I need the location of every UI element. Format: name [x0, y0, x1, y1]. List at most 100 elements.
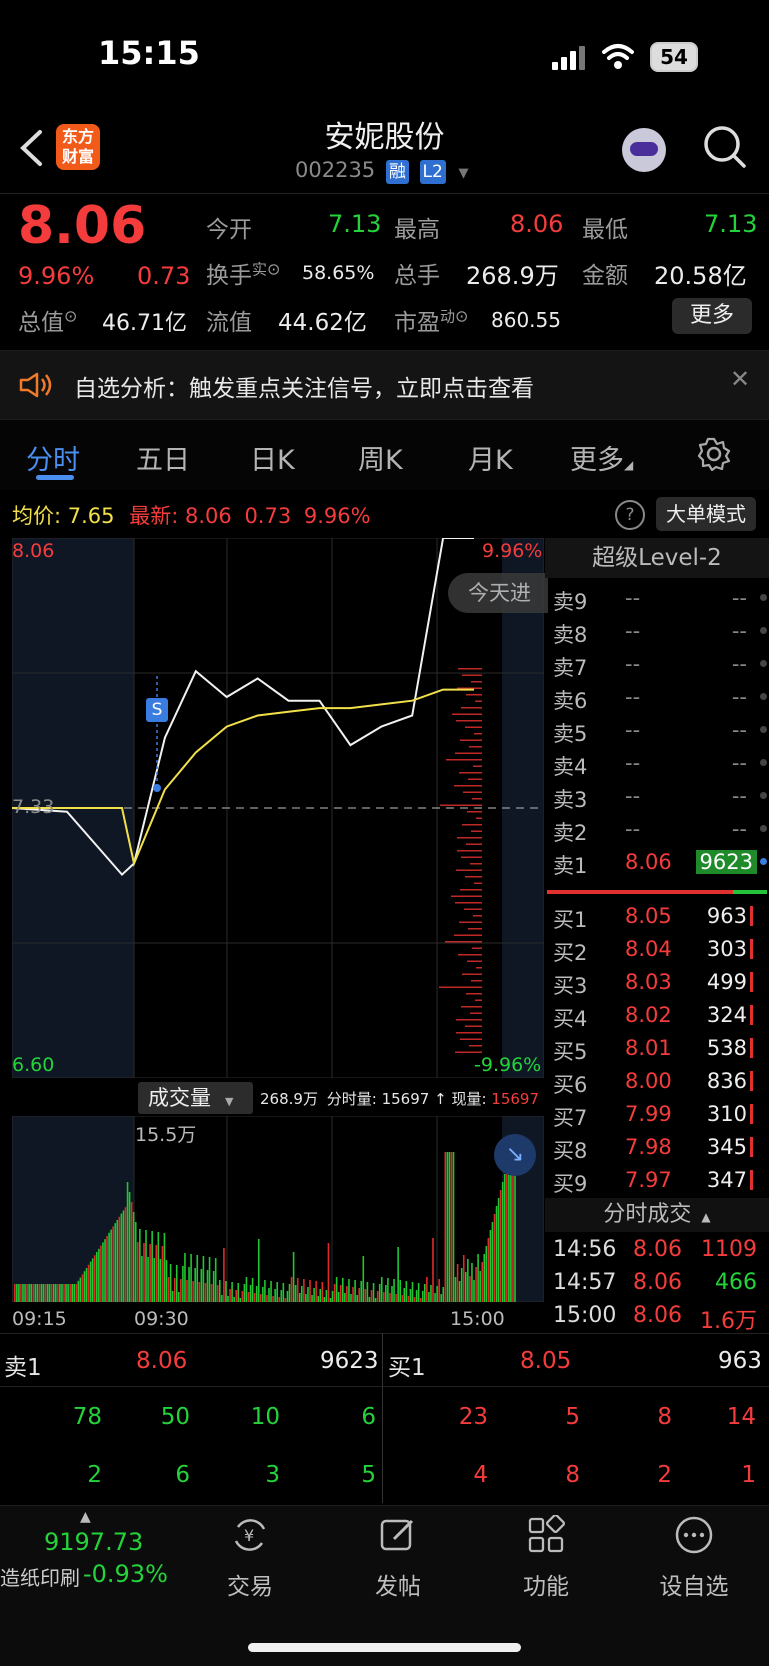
bid-ask-ratio-bar	[547, 890, 767, 894]
volume-bar	[85, 1268, 88, 1302]
bid-level[interactable]: 买9 7.97 347	[545, 1164, 769, 1197]
ask-level[interactable]: 卖8 -- --	[545, 615, 769, 648]
level2-title[interactable]: 超级Level-2	[545, 538, 769, 578]
bid-level[interactable]: 买2 8.04 303	[545, 933, 769, 966]
volume-bar	[415, 1290, 418, 1302]
sell-signal-marker[interactable]: S	[146, 698, 168, 722]
volume-bar	[194, 1268, 196, 1302]
depth-bar	[456, 720, 482, 722]
robot-assistant-icon[interactable]	[622, 128, 666, 172]
depth-bar	[469, 746, 482, 748]
tab-functions[interactable]: 功能	[486, 1513, 606, 1601]
bid-level[interactable]: 买4 8.02 324	[545, 999, 769, 1032]
info-icon[interactable]: ⊙	[455, 306, 468, 325]
volume-bar	[462, 1255, 465, 1302]
volume-bar	[260, 1294, 262, 1302]
help-icon[interactable]: ?	[615, 500, 645, 530]
bid-level[interactable]: 买7 7.99 310	[545, 1098, 769, 1131]
tab-daily-k[interactable]: 日K	[250, 438, 295, 477]
gear-icon[interactable]	[697, 437, 731, 471]
tab-intraday[interactable]: 分时	[26, 438, 80, 477]
sector-index-value[interactable]: 9197.73	[44, 1528, 143, 1556]
volume-bar	[87, 1264, 90, 1302]
tab-trade[interactable]: ¥ 交易	[190, 1515, 310, 1601]
bid-level[interactable]: 买1 8.05 963	[545, 900, 769, 933]
large-order-mode-button[interactable]: 大单模式	[656, 497, 756, 531]
intraday-chart[interactable]	[12, 538, 544, 1078]
sector-index-name[interactable]: 造纸印刷	[0, 1562, 80, 1591]
volume-bar	[104, 1239, 106, 1302]
x-axis-start: 09:15	[12, 1308, 67, 1330]
dot-icon	[760, 693, 767, 700]
volume-bar	[24, 1284, 26, 1302]
dot-icon	[760, 858, 767, 865]
tab-more[interactable]: 更多◢	[570, 438, 633, 477]
ask-level[interactable]: 卖3 -- --	[545, 780, 769, 813]
dot-icon	[760, 825, 767, 832]
volume-bar	[469, 1276, 471, 1302]
volume-bar	[397, 1247, 399, 1302]
volume-bar	[235, 1290, 237, 1302]
volume-bar	[59, 1284, 61, 1302]
bid-level[interactable]: 买6 8.00 836	[545, 1065, 769, 1098]
volume-bar	[477, 1254, 479, 1302]
tab-post[interactable]: 发帖	[338, 1515, 458, 1601]
volume-chart[interactable]	[12, 1116, 544, 1302]
volume-bar	[292, 1252, 295, 1302]
sector-index-pct[interactable]: -0.93%	[83, 1560, 168, 1588]
search-icon[interactable]	[702, 124, 748, 170]
status-time: 15:15	[98, 34, 200, 72]
volume-bar	[112, 1226, 114, 1302]
volume-bar	[57, 1284, 59, 1302]
volume-bar	[329, 1298, 332, 1302]
queue-size: 5	[361, 1462, 376, 1488]
stock-code-row[interactable]: 002235 融 L2 ▼	[295, 158, 469, 184]
level-volume: --	[731, 817, 747, 841]
volume-bar	[460, 1268, 463, 1302]
volume-bar	[247, 1292, 250, 1302]
depth-bar	[462, 824, 482, 826]
info-icon[interactable]: ⊙	[64, 306, 77, 325]
grid-icon	[528, 1513, 566, 1553]
volume-bar	[280, 1290, 283, 1302]
volume-bar	[130, 1202, 133, 1302]
ticks-title[interactable]: 分时成交 ▲	[545, 1198, 769, 1232]
level-label: 买9	[553, 1172, 588, 1196]
volume-bar	[270, 1281, 272, 1302]
chevron-up-icon[interactable]: ▲	[80, 1509, 91, 1525]
tab-add-watchlist[interactable]: 设自选	[634, 1515, 754, 1601]
ask-level[interactable]: 卖5 -- --	[545, 714, 769, 747]
ask-level[interactable]: 卖1 8.06 9623	[545, 846, 769, 879]
more-button[interactable]: 更多	[672, 298, 752, 334]
ask-level[interactable]: 卖6 -- --	[545, 681, 769, 714]
open-value: 7.13	[328, 210, 382, 238]
ask-level[interactable]: 卖9 -- --	[545, 582, 769, 615]
level-label: 买6	[553, 1073, 588, 1097]
volume-bar	[282, 1283, 285, 1302]
tab-monthly-k[interactable]: 月K	[468, 438, 513, 477]
home-indicator[interactable]	[248, 1643, 521, 1652]
float-value: 44.62亿	[278, 310, 367, 336]
tab-weekly-k[interactable]: 周K	[358, 438, 403, 477]
volume-bar	[385, 1285, 387, 1302]
level-label: 卖8	[553, 623, 588, 647]
level-volume: 538	[706, 1036, 747, 1060]
today-entry-tag[interactable]: 今天进	[448, 573, 548, 613]
info-icon[interactable]: ⊙	[267, 259, 280, 278]
volume-bar	[245, 1277, 248, 1302]
bid-level[interactable]: 买5 8.01 538	[545, 1032, 769, 1065]
bid-level[interactable]: 买3 8.03 499	[545, 966, 769, 999]
ask-level[interactable]: 卖2 -- --	[545, 813, 769, 846]
notice-banner[interactable]: 自选分析：触发重点关注信号，立即点击查看 ✕	[0, 350, 769, 420]
queue-size: 50	[160, 1404, 190, 1430]
bid-level[interactable]: 买8 7.98 345	[545, 1131, 769, 1164]
tab-five-day[interactable]: 五日	[136, 438, 190, 477]
ask-level[interactable]: 卖7 -- --	[545, 648, 769, 681]
volume-bar	[198, 1282, 201, 1302]
volume-bar	[471, 1263, 473, 1302]
close-icon[interactable]: ✕	[730, 365, 750, 393]
indicator-select[interactable]: 成交量 ▼	[138, 1082, 253, 1114]
expand-icon[interactable]: ↘	[494, 1134, 536, 1176]
ask-level[interactable]: 卖4 -- --	[545, 747, 769, 780]
volume-bar	[450, 1152, 453, 1302]
